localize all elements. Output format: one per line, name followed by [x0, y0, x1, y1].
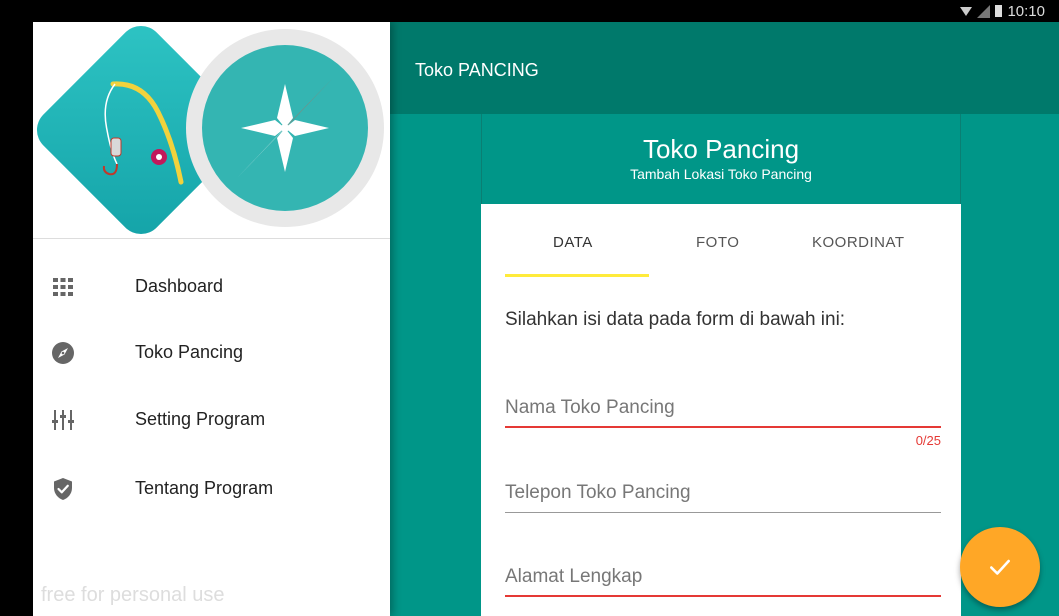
nama-toko-counter: 0/25	[915, 433, 941, 448]
wifi-icon	[960, 6, 973, 16]
telepon-label: Telepon Toko Pancing	[505, 482, 691, 503]
card-subtitle: Tambah Lokasi Toko Pancing	[630, 166, 812, 182]
alamat-label: Alamat Lengkap	[505, 566, 643, 587]
tab-koordinat[interactable]: KOORDINAT	[812, 234, 905, 251]
check-icon	[990, 559, 1010, 575]
nama-toko-underline	[505, 426, 941, 428]
alamat-field[interactable]: Alamat Lengkap	[505, 566, 941, 606]
main-content: Toko Pancing Tambah Lokasi Toko Pancing …	[390, 114, 1059, 616]
drawer-item-label: Tentang Program	[135, 478, 274, 498]
navigation-drawer: Dashboard Toko Pancing Setting Program T…	[33, 22, 390, 616]
grid-icon	[53, 278, 73, 296]
status-time: 10:10	[1007, 2, 1045, 20]
compass-icon	[52, 342, 74, 364]
drawer-item-label: Toko Pancing	[135, 342, 244, 362]
alamat-underline	[505, 595, 941, 597]
drawer-item-tentang-program[interactable]: Tentang Program	[33, 464, 390, 514]
tab-foto[interactable]: FOTO	[696, 234, 739, 251]
signal-icon	[977, 4, 991, 18]
telepon-underline	[505, 512, 941, 513]
drawer-item-setting-program[interactable]: Setting Program	[33, 395, 390, 445]
card-title: Toko Pancing	[642, 134, 800, 164]
battery-icon	[995, 5, 1003, 17]
drawer-header	[33, 22, 390, 239]
form-instruction: Silahkan isi data pada form di bawah ini…	[505, 309, 846, 330]
status-icons: 10:10	[960, 0, 1045, 22]
app-bar: Toko PANCING	[390, 22, 1059, 114]
form-card: Toko Pancing Tambah Lokasi Toko Pancing …	[481, 114, 961, 616]
sliders-icon	[52, 410, 74, 430]
tab-bar: DATA FOTO KOORDINAT	[481, 204, 961, 278]
tab-data[interactable]: DATA	[553, 234, 593, 251]
card-body: DATA FOTO KOORDINAT Silahkan isi data pa…	[481, 204, 961, 616]
drawer-item-label: Dashboard	[135, 276, 224, 296]
status-bar: 10:10	[0, 0, 1059, 22]
nama-toko-label: Nama Toko Pancing	[505, 397, 675, 418]
drawer-item-toko-pancing[interactable]: Toko Pancing	[33, 328, 390, 378]
drawer-item-dashboard[interactable]: Dashboard	[33, 262, 390, 312]
save-fab-button[interactable]	[960, 527, 1040, 607]
shield-check-icon	[54, 478, 72, 500]
app-logo	[36, 25, 384, 235]
drawer-item-label: Setting Program	[135, 409, 266, 429]
card-header: Toko Pancing Tambah Lokasi Toko Pancing	[481, 114, 961, 204]
nama-toko-field[interactable]: Nama Toko Pancing 0/25	[505, 397, 941, 457]
telepon-field[interactable]: Telepon Toko Pancing	[505, 482, 941, 522]
tab-indicator	[505, 274, 649, 277]
watermark-text: free for personal use	[41, 584, 225, 606]
app-title: Toko PANCING	[415, 60, 539, 80]
